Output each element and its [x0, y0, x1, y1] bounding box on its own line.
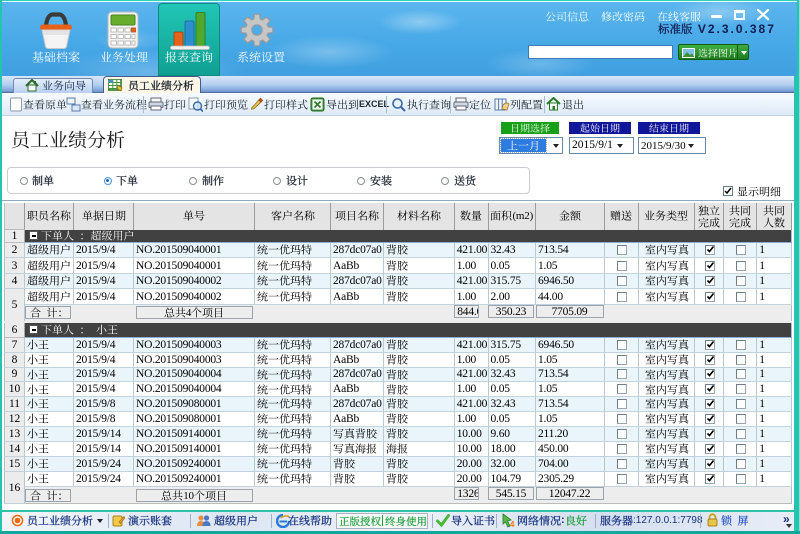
svg-text:4: 4	[510, 520, 515, 528]
